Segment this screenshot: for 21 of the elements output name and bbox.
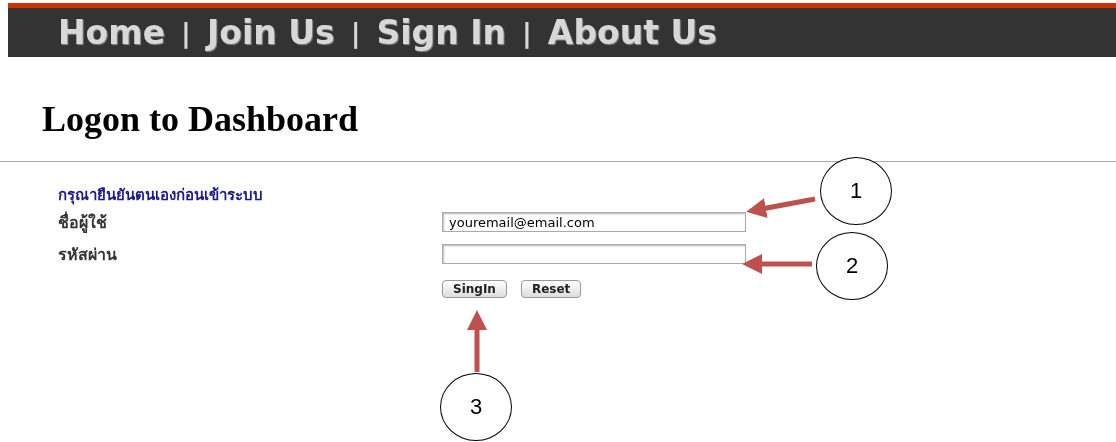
- nav-separator: |: [181, 17, 191, 48]
- nav-link[interactable]: Sign In: [376, 13, 506, 52]
- callout-arrow: [742, 254, 812, 274]
- input-field[interactable]: youremail@email.com: [442, 212, 746, 232]
- callout-arrow: [467, 310, 487, 372]
- nav-link[interactable]: About Us: [547, 13, 717, 52]
- callout-number: 3: [440, 373, 512, 441]
- nav-separator: |: [350, 17, 361, 48]
- nav-link[interactable]: Home: [58, 13, 166, 52]
- field-label: ชื่อผู้ใช้: [58, 210, 108, 235]
- callout-number: 1: [820, 157, 892, 225]
- nav-link[interactable]: Join Us: [206, 13, 335, 52]
- page-title: Logon to Dashboard: [42, 98, 360, 141]
- form-button[interactable]: Reset: [520, 280, 582, 298]
- input-field[interactable]: [442, 244, 746, 264]
- form-button[interactable]: SingIn: [442, 280, 507, 298]
- field-label: รหัสผ่าน: [58, 243, 118, 266]
- callout-arrow: [746, 196, 816, 218]
- callout-number: 2: [816, 232, 888, 300]
- form-heading: กรุณายืนยันตนเองก่อนเข้าระบบ: [58, 185, 263, 206]
- nav-separator: |: [521, 17, 532, 48]
